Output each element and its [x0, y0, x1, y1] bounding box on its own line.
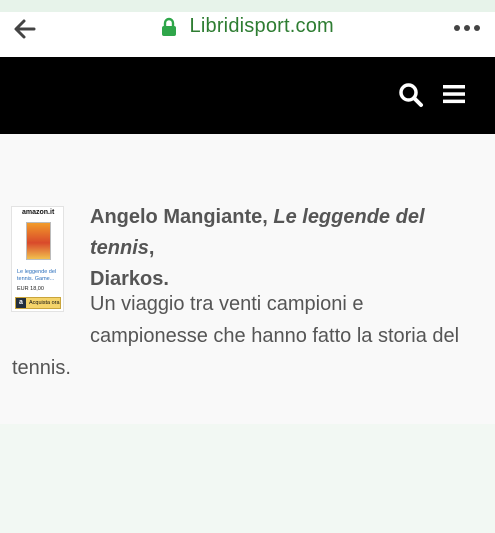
- article-paragraph: Un viaggio tra venti campioni e campione…: [90, 288, 490, 352]
- book-cover-image[interactable]: [26, 222, 51, 260]
- paragraph-line-1: Un viaggio tra venti campioni e: [90, 293, 364, 315]
- ad-book-title[interactable]: Le leggende del tennis. Game...: [17, 269, 63, 283]
- paragraph-line-3: tennis.: [12, 357, 71, 379]
- amazon-logo: amazon.it: [22, 209, 55, 216]
- ad-price: EUR 18,00: [17, 286, 44, 292]
- url-domain: Libridisport.com: [189, 15, 334, 37]
- browser-address-bar: Libridisport.com: [0, 12, 495, 57]
- article-content: amazon.it Le leggende del tennis. Game..…: [0, 134, 495, 424]
- page-footer-area: [0, 424, 495, 533]
- search-icon[interactable]: [398, 82, 424, 108]
- paragraph-line-2: campionesse che hanno fatto la storia de…: [90, 325, 460, 347]
- publisher-name: Diarkos.: [90, 268, 169, 290]
- browser-top-strip: [0, 0, 495, 12]
- url-display[interactable]: Libridisport.com: [0, 15, 495, 43]
- lock-icon: [162, 17, 177, 36]
- buy-now-label: Acquista ora: [29, 300, 60, 306]
- hamburger-menu-icon[interactable]: [443, 83, 465, 105]
- site-navbar: [0, 57, 495, 134]
- amazon-icon: a: [16, 298, 26, 308]
- author-name: Angelo Mangiante,: [90, 206, 268, 228]
- amazon-ad-widget[interactable]: amazon.it Le leggende del tennis. Game..…: [11, 206, 64, 312]
- more-options-icon[interactable]: [453, 22, 481, 34]
- buy-now-button[interactable]: a Acquista ora: [15, 297, 61, 309]
- citation-comma: ,: [148, 237, 155, 259]
- book-citation: Angelo Mangiante, Le leggende del tennis…: [90, 202, 490, 295]
